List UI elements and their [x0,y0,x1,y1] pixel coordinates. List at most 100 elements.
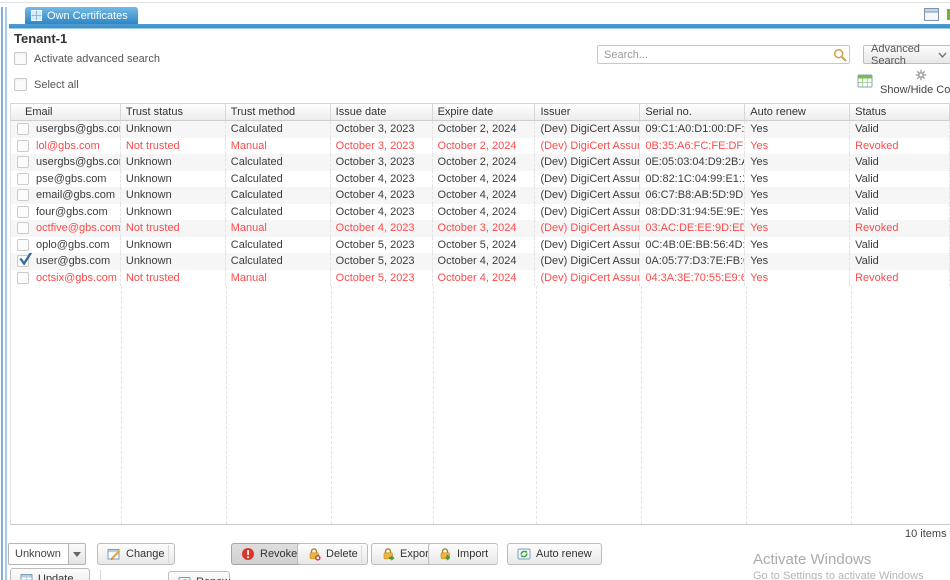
advanced-search-button[interactable]: Advanced Search [863,45,950,64]
import-lock-icon [438,547,452,561]
row-checkbox[interactable] [17,189,29,201]
email-text: octsix@gbs.com [36,270,117,287]
items-found-label: 10 items found [905,528,950,540]
table-row[interactable]: usergbs@gbs.comUnknownCalculatedOctober … [11,121,950,138]
row-checkbox[interactable] [17,206,29,218]
trust-method-cell: Manual [226,270,331,287]
serial-cell: 0D:82:1C:04:99:E1:10:B... [640,171,745,188]
trust-status-cell: Unknown [121,253,226,270]
trust-status-cell: Not trusted [121,270,226,287]
header-trust-status[interactable]: Trust status [121,104,226,120]
expire-date-cell: October 2, 2024 [433,121,536,138]
table-row[interactable]: pse@gbs.comUnknownCalculatedOctober 4, 2… [11,171,950,188]
activate-windows-hint: Go to Settings to activate Windows [753,570,924,580]
issue-date-cell: October 3, 2023 [331,121,433,138]
columns-grid-icon[interactable] [857,73,873,89]
revoke-button[interactable]: Revoke [231,543,307,565]
email-text: octfive@gbs.com [36,220,121,237]
trust-status-dropdown-value[interactable]: Unknown [8,543,68,565]
select-all-checkbox[interactable] [14,78,27,91]
top-border [0,2,950,3]
splitter-line [1,7,3,580]
row-checkbox[interactable] [17,239,29,251]
dropdown-trigger[interactable] [68,543,86,565]
table-row[interactable]: octsix@gbs.comNot trustedManualOctober 5… [11,270,950,287]
issue-date-cell: October 5, 2023 [331,253,433,270]
auto-renew-label: Auto renew [536,548,592,560]
update-button[interactable]: Update [10,568,90,580]
advanced-search-label: Advanced Search [871,43,938,67]
toolbar-separator [168,545,169,563]
dropdown-arrow-icon [73,552,81,557]
auto-renew-cell: Yes [745,220,850,237]
row-checkbox[interactable] [17,173,29,185]
issue-date-cell: October 5, 2023 [331,270,433,287]
left-panel-splitter[interactable] [0,7,9,580]
show-hide-columns-label[interactable]: Show/Hide Columns [880,84,950,96]
auto-renew-cell: Yes [745,171,850,188]
toolbar-separator [100,570,101,580]
header-issuer[interactable]: Issuer [535,104,640,120]
trust-status-dropdown[interactable]: Unknown [8,543,86,565]
row-checkbox[interactable] [17,272,29,284]
renew-label: Renew [196,576,230,580]
header-email[interactable]: Email [11,104,121,120]
page-title: Tenant-1 [14,31,67,46]
auto-renew-cell: Yes [745,187,850,204]
table-row[interactable]: octfive@gbs.comNot trustedManualOctober … [11,220,950,237]
window-layout-icon[interactable] [924,8,939,21]
own-certificates-window: Own Certificates Tenant-1 Activate advan… [0,0,950,580]
row-checkbox[interactable] [17,255,29,267]
header-expire-date[interactable]: Expire date [433,104,536,120]
auto-renew-cell: Yes [745,204,850,221]
row-checkbox[interactable] [17,222,29,234]
table-row[interactable]: oplo@gbs.comUnknownCalculatedOctober 5, … [11,237,950,254]
header-issue-date[interactable]: Issue date [331,104,433,120]
email-cell: usergbs@gbs.com [11,154,121,171]
tab-own-certificates[interactable]: Own Certificates [25,7,138,24]
certificate-grid-icon [31,10,42,21]
issuer-cell: (Dev) DigiCert Assured I... [535,171,640,188]
row-checkbox[interactable] [17,140,29,152]
row-checkbox[interactable] [17,123,29,135]
toolbar-separator [361,545,362,563]
change-button[interactable]: Change [97,543,175,565]
serial-cell: 06:C7:B8:AB:5D:9D:38:... [640,187,745,204]
trust-method-cell: Calculated [226,204,331,221]
serial-cell: 0C:4B:0E:BB:56:4D:66:... [640,237,745,254]
status-cell: Valid [850,253,950,270]
search-icon[interactable] [833,48,847,62]
issuer-cell: (Dev) DigiCert Assured I... [535,121,640,138]
issuer-cell: (Dev) DigiCert Assured I... [535,204,640,221]
email-cell: four@gbs.com [11,204,121,221]
status-cell: Revoked [850,138,950,155]
expire-date-cell: October 4, 2024 [433,253,536,270]
table-row[interactable]: email@gbs.comUnknownCalculatedOctober 4,… [11,187,950,204]
auto-renew-button[interactable]: Auto renew [507,543,602,565]
header-serial-no[interactable]: Serial no. [640,104,745,120]
header-auto-renew[interactable]: Auto renew [745,104,850,120]
import-button[interactable]: Import [428,543,498,565]
table-body: usergbs@gbs.comUnknownCalculatedOctober … [10,121,950,525]
table-row[interactable]: user@gbs.comUnknownCalculatedOctober 5, … [11,253,950,270]
table-row[interactable]: lol@gbs.comNot trustedManualOctober 3, 2… [11,138,950,155]
renew-button[interactable]: Renew [168,571,230,580]
email-text: pse@gbs.com [36,171,106,188]
header-trust-method[interactable]: Trust method [226,104,331,120]
status-cell: Revoked [850,220,950,237]
trust-method-cell: Manual [226,138,331,155]
table-row[interactable]: usergbs@gbs.comUnknownCalculatedOctober … [11,154,950,171]
search-input[interactable] [597,45,850,64]
header-status[interactable]: Status [850,104,950,120]
toolbar-separator [497,545,498,563]
select-all-label: Select all [34,79,79,91]
activate-advanced-search-checkbox[interactable] [14,52,27,65]
renew-icon [178,576,191,580]
row-checkbox[interactable] [17,156,29,168]
table-row[interactable]: four@gbs.comUnknownCalculatedOctober 4, … [11,204,950,221]
delete-button[interactable]: Delete [297,543,368,565]
issue-date-cell: October 4, 2023 [331,204,433,221]
email-cell: lol@gbs.com [11,138,121,155]
trust-status-cell: Unknown [121,237,226,254]
trust-status-cell: Unknown [121,154,226,171]
